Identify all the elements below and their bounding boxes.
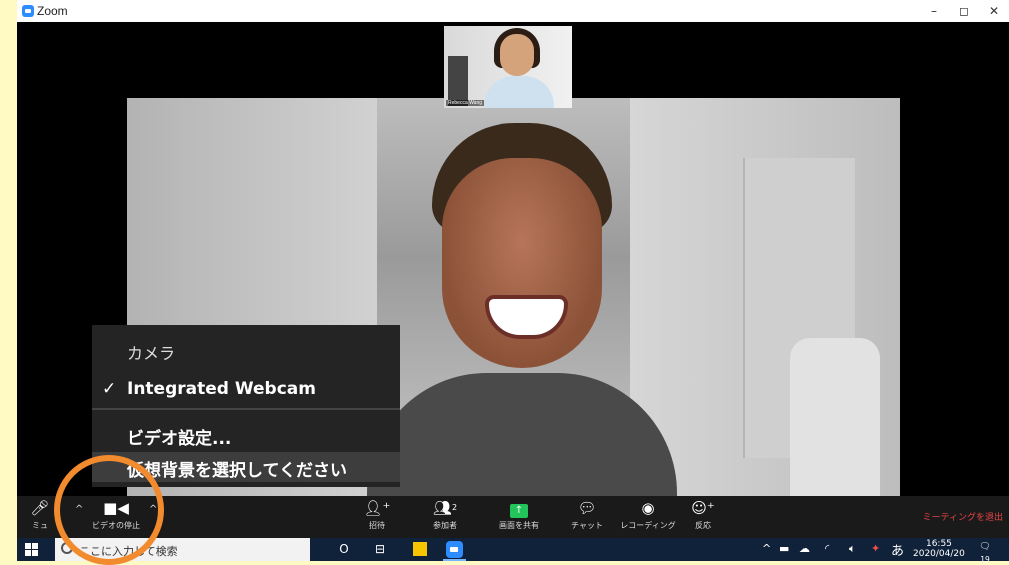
menu-divider (92, 408, 400, 410)
windows-start-icon[interactable] (25, 543, 39, 556)
add-user-icon: 👤︎⁺ (363, 499, 391, 517)
chat-label: チャット (571, 521, 603, 530)
minimize-button[interactable]: – (919, 2, 949, 20)
sticky-notes-icon[interactable] (413, 542, 427, 556)
clock-time: 16:55 (925, 539, 952, 549)
participants-label: 参加者 (433, 521, 457, 530)
virtual-background-label: 仮想背景を選択してください (127, 461, 347, 481)
notification-center-icon[interactable]: 🗨︎19 (977, 542, 993, 564)
meeting-toolbar: 🎤︎ ミュ ^ ■◀ ビデオの停止 ^ 👤︎⁺ 招待 👥︎2 参加者 ↑ 画面を… (17, 496, 1009, 538)
mute-label: ミュ (32, 521, 48, 530)
camera-option-integrated-webcam[interactable]: ✓ Integrated Webcam (92, 375, 400, 405)
check-icon: ✓ (102, 379, 117, 399)
wifi-icon[interactable]: ◜ (825, 542, 829, 555)
ime-indicator[interactable]: あ (891, 540, 904, 559)
record-label: レコーディング (620, 521, 676, 530)
mute-button[interactable]: 🎤︎ ミュ (25, 499, 55, 531)
video-settings-item[interactable]: ビデオ設定... (92, 420, 400, 450)
participant-thumbnail[interactable]: Rebecca Wang (444, 26, 572, 108)
leave-meeting-button[interactable]: ミーティングを退出 (923, 510, 1003, 523)
onedrive-cloud-icon[interactable]: ☁ (799, 542, 810, 555)
zoom-logo-icon (22, 5, 34, 17)
reactions-button[interactable]: ☺⁺ 反応 (685, 499, 721, 531)
taskbar-clock[interactable]: 16:55 2020/04/20 (913, 539, 965, 559)
clock-date: 2020/04/20 (913, 549, 965, 559)
video-stage: Rebecca Wang カメラ ✓ Integrated Webcam ビデオ… (17, 22, 1009, 496)
notification-count: 19 (980, 554, 990, 564)
share-screen-label: 画面を共有 (499, 521, 539, 530)
window-title: Zoom (37, 4, 68, 18)
speaker-body (367, 373, 677, 496)
invite-label: 招待 (369, 521, 385, 530)
record-button[interactable]: ◉ レコーディング (617, 499, 679, 531)
thumbnail-body (484, 76, 554, 108)
highlight-circle-annotation (54, 455, 164, 565)
video-settings-label: ビデオ設定... (127, 429, 232, 449)
reactions-label: 反応 (695, 521, 711, 530)
windows-taskbar: ここに入力して検索 O ⊟ ^ ▬ ☁ ◜ 🔈︎ ✦ あ 16:55 2020/… (17, 538, 1009, 564)
thumbnail-shelf (448, 56, 468, 106)
participants-count: 2 (451, 503, 458, 512)
show-hidden-icons-icon[interactable]: ^ (762, 542, 771, 555)
reaction-emoji-icon: ☺⁺ (691, 499, 715, 517)
share-screen-icon: ↑ (489, 499, 549, 518)
restore-button[interactable]: ◻ (949, 2, 979, 20)
chat-bubble-icon: 💬︎ (577, 499, 597, 517)
thumbnail-name: Rebecca Wang (446, 100, 484, 106)
app-tray-icon[interactable]: ✦ (871, 542, 880, 555)
title-bar: Zoom – ◻ ✕ (17, 0, 1009, 22)
thumbnail-face (500, 34, 534, 76)
battery-icon[interactable]: ▬ (779, 542, 789, 555)
participants-icon: 👥︎2 (432, 499, 458, 517)
speaker-person (367, 123, 677, 496)
task-view-icon[interactable]: ⊟ (371, 541, 389, 558)
record-icon: ◉ (641, 499, 655, 517)
microphone-icon: 🎤︎ (30, 499, 50, 517)
share-screen-button[interactable]: ↑ 画面を共有 (489, 499, 549, 531)
background-sink (790, 338, 880, 496)
participants-button[interactable]: 👥︎2 参加者 (422, 499, 468, 531)
cortana-icon[interactable]: O (335, 541, 353, 558)
camera-option-label: Integrated Webcam (127, 379, 316, 399)
chat-button[interactable]: 💬︎ チャット (565, 499, 609, 531)
zoom-taskbar-icon[interactable] (446, 541, 463, 558)
volume-icon[interactable]: 🔈︎ (849, 542, 856, 556)
camera-menu-header: カメラ (127, 344, 176, 363)
zoom-window: Zoom – ◻ ✕ Rebecca Wang カメラ ✓ Integrated… (17, 0, 1009, 564)
close-button[interactable]: ✕ (979, 2, 1009, 20)
invite-button[interactable]: 👤︎⁺ 招待 (357, 499, 397, 531)
